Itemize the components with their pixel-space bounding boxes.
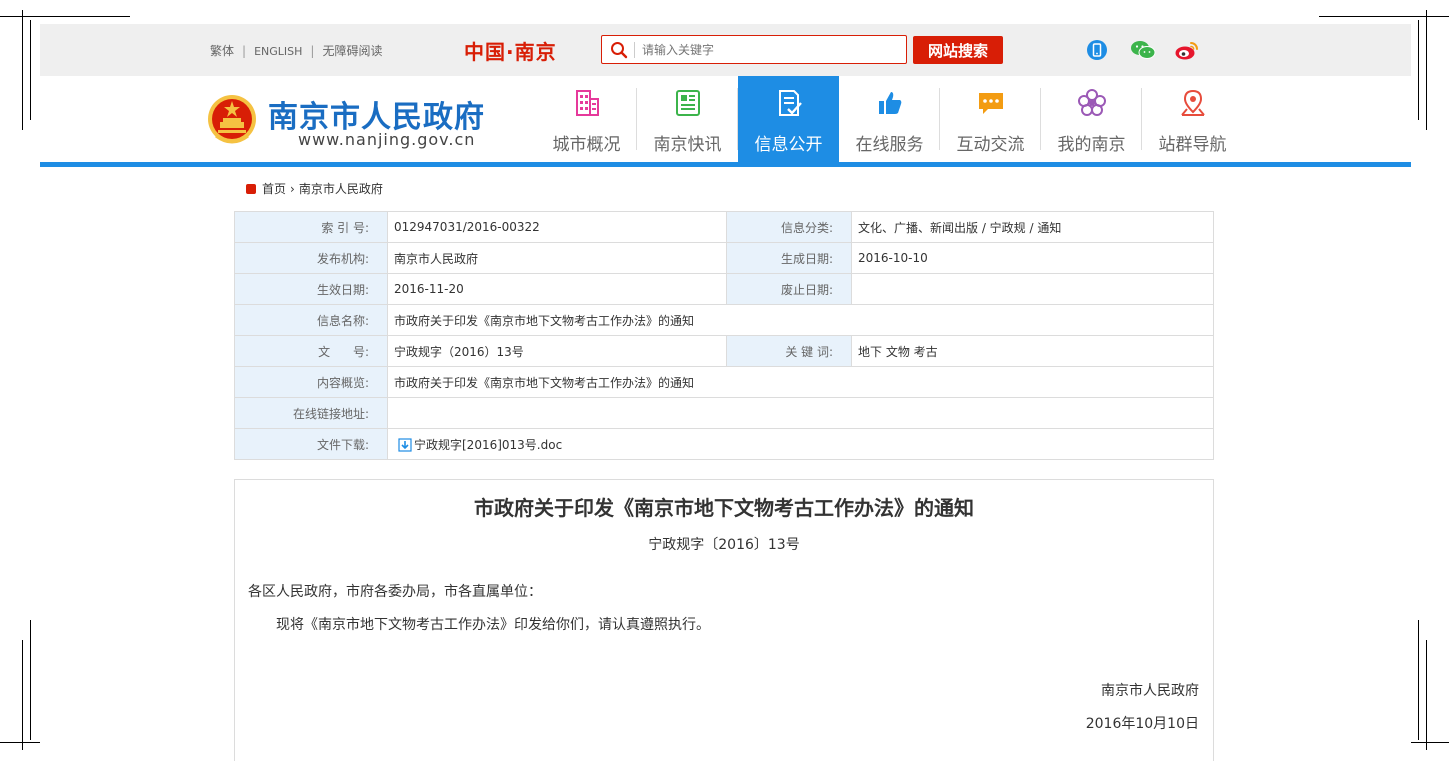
map-pin-icon (1181, 89, 1205, 116)
frame-line (0, 16, 130, 17)
nav-interaction[interactable]: 互动交流 (940, 76, 1041, 162)
nav-site-navigation[interactable]: 站群导航 (1142, 76, 1243, 162)
document-check-icon (779, 90, 802, 116)
frame-line (1418, 20, 1419, 120)
top-bar: 繁体|ENGLISH|无障碍阅读 中国·南京 网站搜索 (40, 24, 1411, 76)
meta-value[interactable] (387, 397, 1214, 429)
document-signature: 南京市人民政府 (1101, 683, 1199, 699)
download-icon[interactable] (398, 437, 412, 452)
frame-line (30, 20, 31, 120)
meta-label: 文件下载: (234, 428, 388, 460)
nav-label: 站群导航 (1158, 135, 1227, 155)
download-cell: 宁政规字[2016]013号.doc (387, 428, 1214, 460)
table-row: 内容概览: 市政府关于印发《南京市地下文物考古工作办法》的通知 (234, 366, 1214, 398)
china-nanjing-logo[interactable]: 中国·南京 (464, 36, 557, 65)
meta-value: 012947031/2016-00322 (387, 211, 727, 243)
meta-label: 内容概览: (234, 366, 388, 398)
weibo-icon[interactable] (1174, 39, 1200, 61)
news-icon (676, 90, 700, 116)
meta-value (851, 273, 1214, 305)
plum-flower-icon (1078, 89, 1106, 116)
site-header: 南京市人民政府 www.nanjing.gov.cn 城市概况 南京快讯 信息公… (40, 76, 1411, 162)
national-emblem-icon[interactable] (206, 92, 258, 148)
search-box (601, 35, 907, 64)
download-link[interactable]: 宁政规字[2016]013号.doc (414, 438, 562, 452)
document-salutation: 各区人民政府，市府各委办局，市各直属单位： (248, 584, 542, 600)
frame-line (1418, 620, 1419, 740)
meta-label: 信息名称: (234, 304, 388, 336)
meta-value: 南京市人民政府 (387, 242, 727, 274)
meta-label: 文 号: (234, 335, 388, 367)
search-icon[interactable] (610, 41, 628, 59)
table-row: 在线链接地址: (234, 397, 1214, 429)
nav-nanjing-news[interactable]: 南京快讯 (637, 76, 738, 162)
meta-value: 2016-11-20 (387, 273, 727, 305)
nav-online-service[interactable]: 在线服务 (839, 76, 940, 162)
meta-value: 市政府关于印发《南京市地下文物考古工作办法》的通知 (387, 366, 1214, 398)
nav-info-disclosure[interactable]: 信息公开 (738, 76, 839, 162)
meta-value: 市政府关于印发《南京市地下文物考古工作办法》的通知 (387, 304, 1214, 336)
main-nav: 城市概况 南京快讯 信息公开 在线服务 互动交流 我的南京 站群导航 (536, 76, 1243, 162)
nav-label: 我的南京 (1057, 135, 1126, 155)
nav-label: 城市概况 (552, 135, 621, 155)
chat-icon (979, 93, 1003, 114)
table-row: 信息名称: 市政府关于印发《南京市地下文物考古工作办法》的通知 (234, 304, 1214, 336)
chevron-right-icon: › (290, 182, 295, 196)
breadcrumb-current[interactable]: 南京市人民政府 (299, 182, 383, 196)
table-row: 索 引 号: 012947031/2016-00322 信息分类: 文化、广播、… (234, 211, 1214, 243)
frame-line (22, 640, 23, 750)
frame-line (1426, 640, 1427, 750)
meta-value: 宁政规字（2016）13号 (387, 335, 727, 367)
meta-label: 在线链接地址: (234, 397, 388, 429)
wechat-icon[interactable] (1130, 39, 1156, 61)
table-row: 发布机构: 南京市人民政府 生成日期: 2016-10-10 (234, 242, 1214, 274)
nav-city-overview[interactable]: 城市概况 (536, 76, 637, 162)
table-row: 生效日期: 2016-11-20 废止日期: (234, 273, 1214, 305)
english-link[interactable]: ENGLISH (254, 45, 302, 58)
document-number: 宁政规字〔2016〕13号 (648, 537, 800, 553)
frame-line (30, 620, 31, 740)
document-title: 市政府关于印发《南京市地下文物考古工作办法》的通知 (474, 496, 974, 520)
document-meta-table: 索 引 号: 012947031/2016-00322 信息分类: 文化、广播、… (234, 211, 1214, 460)
table-row: 文件下载: 宁政规字[2016]013号.doc (234, 428, 1214, 460)
top-links: 繁体 | ENGLISH | 无障碍阅读 (210, 44, 383, 58)
accessible-reading-link[interactable]: 无障碍阅读 (322, 44, 382, 58)
thumbs-up-icon (879, 92, 902, 114)
meta-value: 文化、广播、新闻出版 / 宁政规 / 通知 (851, 211, 1214, 243)
document-content: 市政府关于印发《南京市地下文物考古工作办法》的通知 宁政规字〔2016〕13号 … (234, 479, 1214, 761)
meta-label: 发布机构: (234, 242, 388, 274)
meta-label: 生效日期: (234, 273, 388, 305)
search-divider (634, 42, 635, 58)
meta-value: 地下 文物 考古 (851, 335, 1214, 367)
breadcrumb: 首页 › 南京市人民政府 (246, 180, 383, 197)
document-body: 现将《南京市地下文物考古工作办法》印发给你们，请认真遵照执行。 (276, 617, 710, 633)
nav-label: 南京快讯 (653, 135, 722, 155)
mobile-icon[interactable] (1086, 39, 1108, 61)
meta-label: 废止日期: (726, 273, 852, 305)
traditional-chinese-link[interactable]: 繁体 (210, 44, 234, 58)
meta-value: 2016-10-10 (851, 242, 1214, 274)
document-date: 2016年10月10日 (1085, 716, 1199, 732)
search-input[interactable] (642, 40, 900, 60)
meta-label: 信息分类: (726, 211, 852, 243)
meta-label: 关 键 词: (726, 335, 852, 367)
nav-label: 在线服务 (855, 135, 924, 155)
frame-line (1319, 16, 1449, 17)
nav-label: 互动交流 (956, 135, 1025, 155)
site-search-button[interactable]: 网站搜索 (913, 36, 1003, 64)
frame-line (1426, 10, 1427, 130)
building-icon (576, 90, 599, 116)
breadcrumb-home[interactable]: 首页 (262, 182, 286, 196)
frame-line (22, 10, 23, 130)
page: 繁体|ENGLISH|无障碍阅读 中国·南京 网站搜索 (40, 24, 1411, 761)
nav-my-nanjing[interactable]: 我的南京 (1041, 76, 1142, 162)
header-underline (40, 162, 1411, 167)
nav-label: 信息公开 (754, 135, 823, 155)
home-icon (246, 184, 256, 194)
meta-label: 生成日期: (726, 242, 852, 274)
site-url: www.nanjing.gov.cn (298, 130, 476, 149)
table-row: 文 号: 宁政规字（2016）13号 关 键 词: 地下 文物 考古 (234, 335, 1214, 367)
meta-label: 索 引 号: (234, 211, 388, 243)
